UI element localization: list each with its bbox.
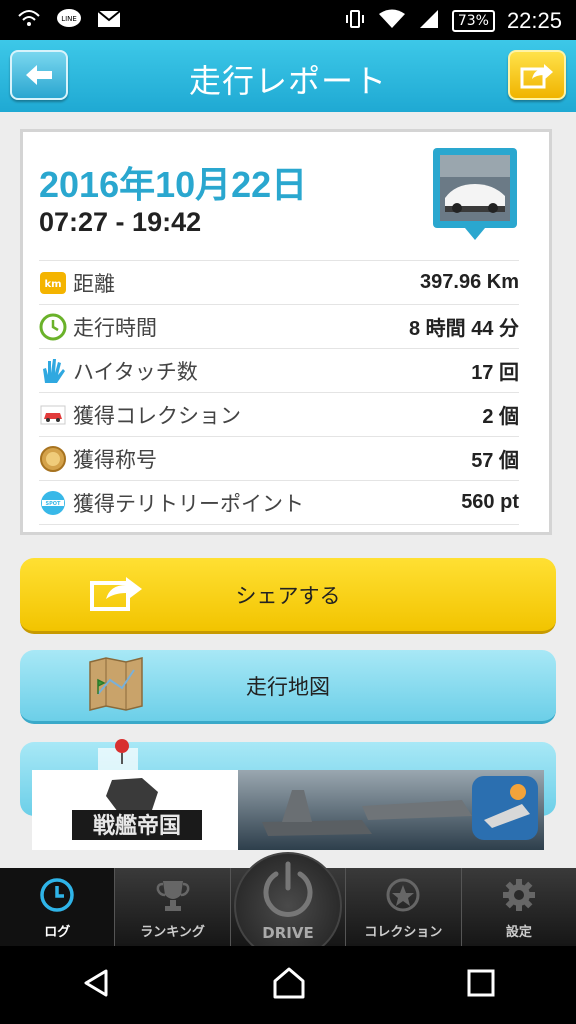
ad-banner-image: 戦艦帝国 (32, 770, 544, 850)
back-nav-icon[interactable] (80, 967, 112, 1003)
stat-value: 2 個 (482, 406, 519, 428)
report-time-range: 07:27 - 19:42 (39, 207, 202, 237)
ad-banner[interactable]: 戦艦帝国 (32, 770, 544, 850)
app-header: 走行レポート (0, 40, 576, 112)
svg-text:SPOT: SPOT (46, 501, 62, 507)
nav-log[interactable]: ログ (0, 868, 116, 946)
car-photo-icon (433, 148, 517, 240)
stat-row-titles: 獲得称号 57 個 (39, 436, 519, 480)
stat-value: 397.96 Km (420, 271, 519, 293)
nav-settings[interactable]: 設定 (462, 868, 576, 946)
stat-row-territory: SPOT 獲得テリトリーポイント 560 pt (39, 480, 519, 525)
vibrate-icon (344, 8, 366, 34)
nav-ranking-label: ランキング (140, 925, 205, 940)
wifi-calling-icon (16, 8, 42, 30)
stat-row-collection: 獲得コレクション 2 個 (39, 392, 519, 436)
status-bar: LINE 73% 22:25 (0, 0, 576, 40)
report-stats: km 距離 397.96 Km 走行時間 8 時間 44 分 ハイタッチ数 17… (39, 260, 519, 525)
line-app-icon: LINE (56, 8, 82, 30)
nav-ranking[interactable]: ランキング (115, 868, 231, 946)
stat-row-high-touch: ハイタッチ数 17 回 (39, 348, 519, 392)
stat-label: 獲得テリトリーポイント (73, 491, 304, 516)
stat-value: 57 個 (471, 450, 519, 472)
km-icon: km (39, 269, 67, 297)
status-clock: 22:25 (506, 8, 562, 33)
share-arrow-icon (520, 64, 553, 89)
battery-indicator: 73% (451, 10, 495, 32)
clock-icon (39, 313, 67, 341)
nav-collection-label: コレクション (364, 925, 443, 940)
stat-row-distance: km 距離 397.96 Km (39, 260, 519, 304)
stat-label: 走行時間 (73, 315, 157, 340)
stat-row-drive-time: 走行時間 8 時間 44 分 (39, 304, 519, 348)
ad-logo-text: 戦艦帝国 (93, 813, 181, 839)
report-date: 2016年10月22日 (39, 164, 308, 205)
gmail-icon (96, 8, 122, 30)
stat-label: 距離 (73, 271, 115, 296)
power-icon (263, 861, 313, 917)
stat-value: 560 pt (461, 491, 519, 513)
stat-label: ハイタッチ数 (73, 359, 198, 384)
nav-settings-label: 設定 (505, 925, 532, 940)
page-title: 走行レポート (188, 62, 387, 100)
signal-icon (418, 8, 440, 34)
share-button[interactable]: シェアする (20, 558, 556, 634)
clock-icon (39, 877, 75, 917)
wifi-icon (378, 8, 406, 34)
stat-label: 獲得称号 (73, 447, 157, 472)
nav-log-label: ログ (44, 925, 71, 940)
drive-button[interactable] (234, 852, 342, 960)
stat-value: 17 回 (471, 362, 519, 384)
drive-map-button[interactable]: 走行地図 (20, 650, 556, 724)
system-nav-bar (0, 946, 576, 1024)
medal-icon (39, 445, 67, 473)
share-header-button[interactable] (508, 50, 566, 100)
stat-value: 8 時間 44 分 (408, 318, 519, 340)
car-photo-pin[interactable] (431, 146, 519, 242)
spot-icon: SPOT (39, 489, 67, 517)
hand-icon (39, 357, 67, 385)
report-card: 2016年10月22日 07:27 - 19:42 km 距離 397.96 K… (20, 129, 552, 535)
drive-button-label: DRIVE (262, 924, 314, 942)
trophy-icon (155, 877, 191, 917)
nav-collection[interactable]: コレクション (346, 868, 462, 946)
recents-nav-icon[interactable] (466, 968, 496, 1002)
svg-text:LINE: LINE (61, 15, 77, 23)
home-nav-icon[interactable] (272, 967, 306, 1003)
share-button-label: シェアする (235, 583, 341, 608)
svg-text:km: km (44, 279, 61, 290)
stat-label: 獲得コレクション (73, 403, 241, 428)
drive-map-button-label: 走行地図 (246, 674, 330, 699)
gear-icon (501, 877, 537, 917)
star-icon (385, 877, 421, 917)
content-area: 2016年10月22日 07:27 - 19:42 km 距離 397.96 K… (0, 112, 576, 868)
car-icon (39, 401, 67, 429)
